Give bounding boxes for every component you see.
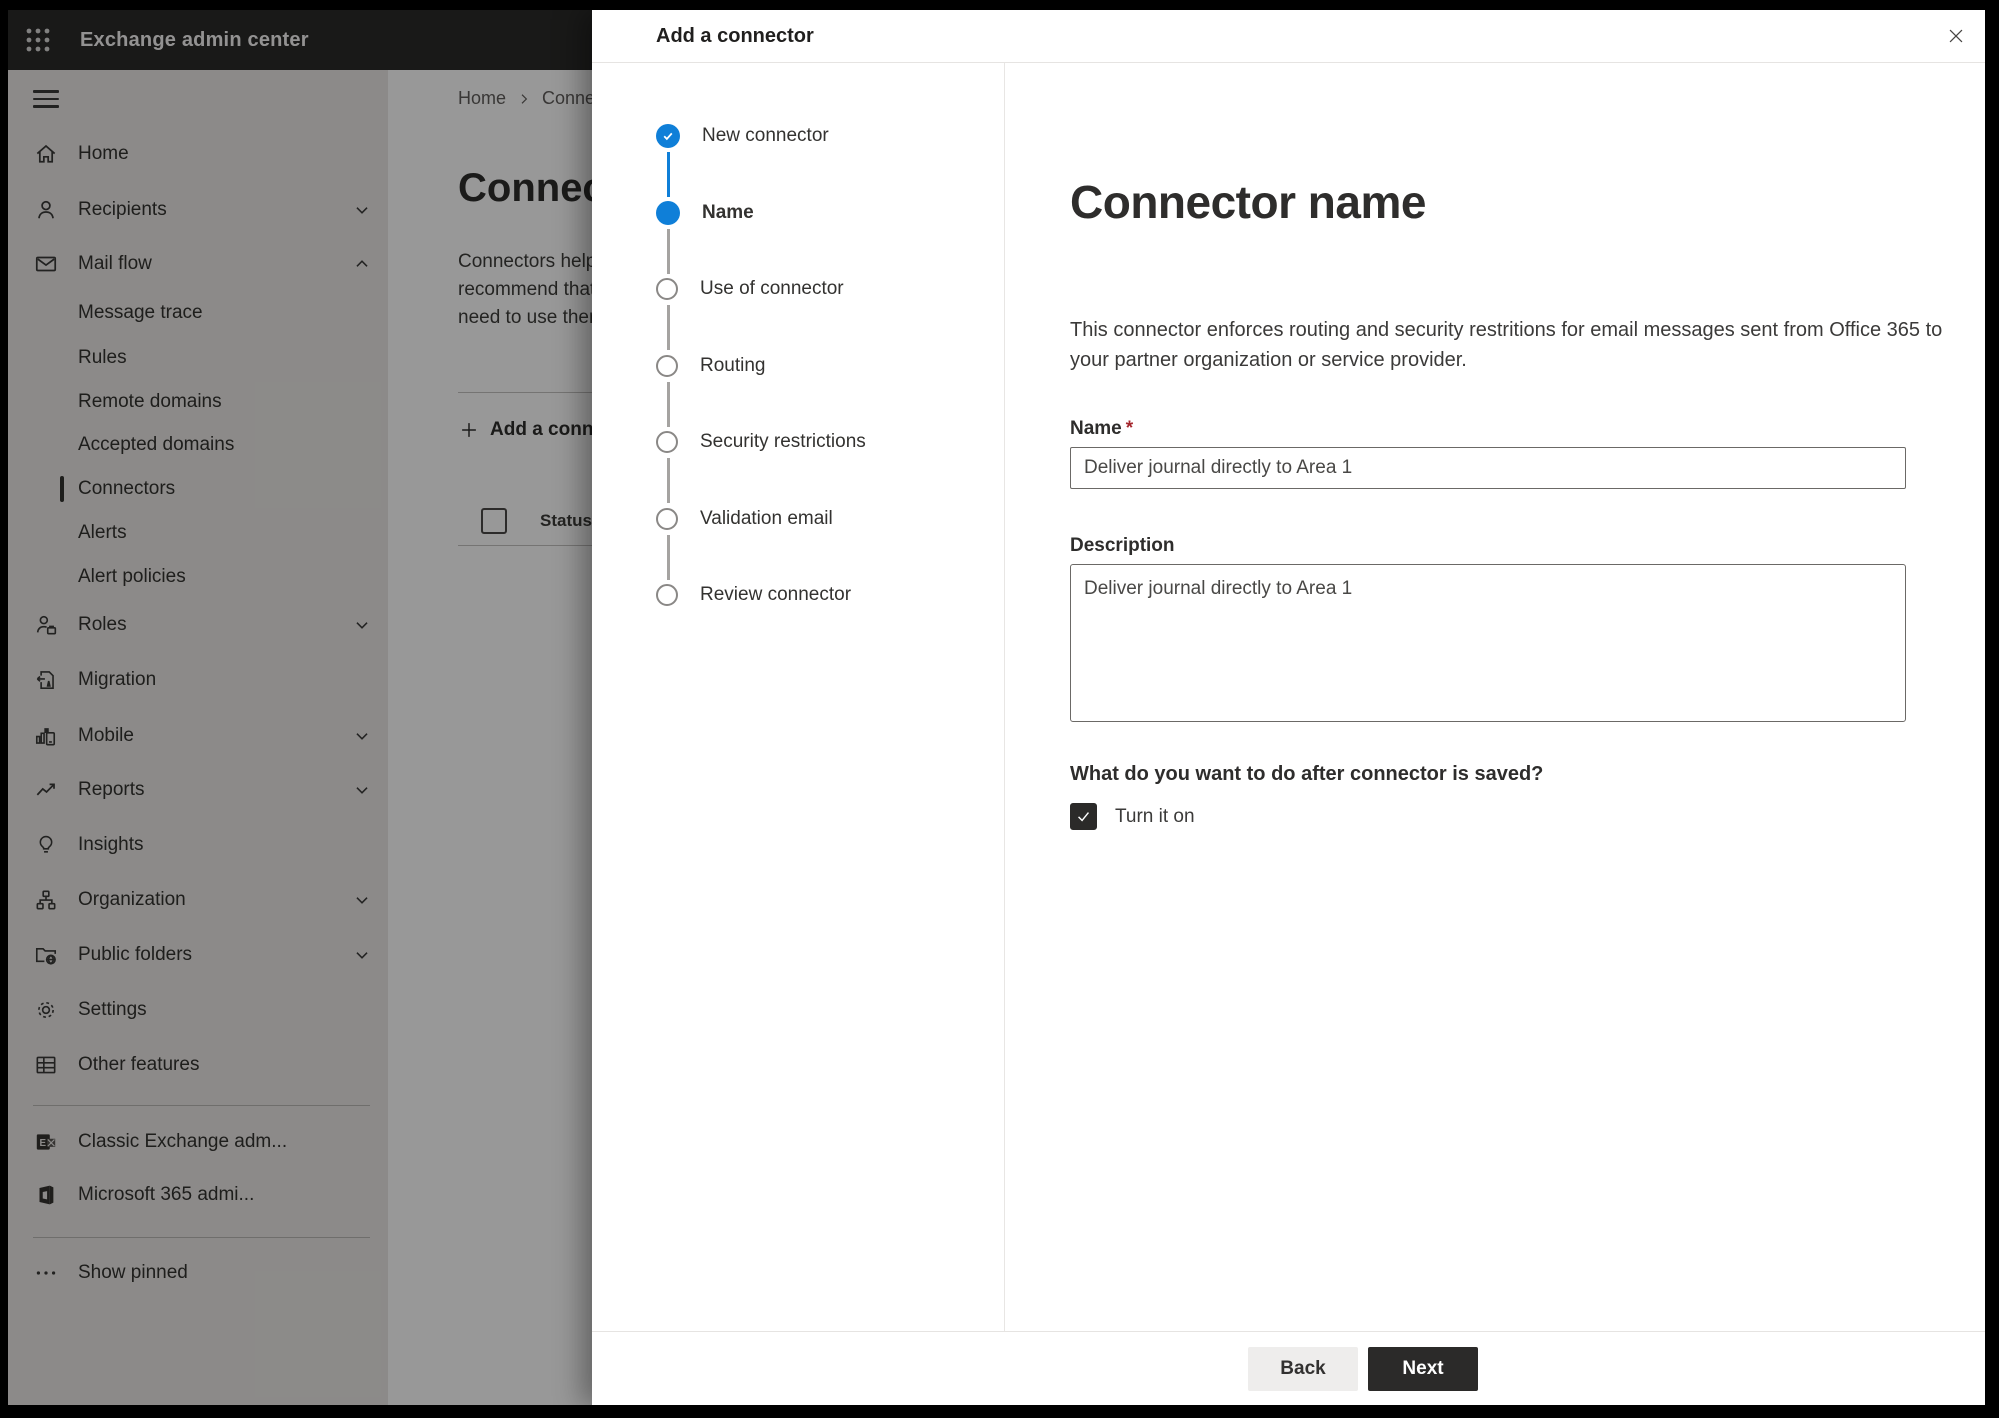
wizard-steps: New connector Name Use of connector Rout…: [592, 63, 1005, 1331]
back-button[interactable]: Back: [1248, 1346, 1358, 1391]
step-completed-icon: [656, 124, 680, 148]
required-asterisk: *: [1125, 418, 1134, 439]
add-connector-dialog: Add a connector New connector Name Use o…: [592, 10, 1985, 1405]
next-button[interactable]: Next: [1368, 1346, 1478, 1391]
step-connector-line: [667, 535, 670, 580]
step-connector-line: [667, 229, 670, 274]
dialog-header: Add a connector: [592, 10, 1985, 63]
checkmark-icon: [1078, 812, 1090, 822]
step-connector-line: [667, 382, 670, 427]
after-save-question: What do you want to do after connector i…: [1070, 763, 1544, 785]
step-use-of-connector[interactable]: Use of connector: [656, 277, 844, 301]
step-description: This connector enforces routing and secu…: [1070, 319, 1943, 371]
app-frame: Exchange admin center Home Recipients Ma…: [8, 10, 1985, 1405]
step-content: Connector name This connector enforces r…: [1005, 63, 1985, 1331]
step-new-connector[interactable]: New connector: [656, 124, 829, 148]
connector-description-textarea[interactable]: Deliver journal directly to Area 1: [1070, 564, 1906, 722]
step-connector-line: [667, 305, 670, 350]
step-security-restrictions[interactable]: Security restrictions: [656, 430, 866, 454]
dialog-body: New connector Name Use of connector Rout…: [592, 63, 1985, 1331]
step-validation-email[interactable]: Validation email: [656, 507, 833, 531]
step-current-icon: [656, 201, 680, 225]
step-connector-line: [667, 152, 670, 197]
close-button[interactable]: [1942, 22, 1970, 50]
name-field-label: Name *: [1070, 418, 1134, 439]
step-connector-line: [667, 458, 670, 503]
turn-it-on-label: Turn it on: [1115, 805, 1195, 827]
turn-it-on-checkbox-row[interactable]: Turn it on: [1070, 803, 1195, 830]
step-heading: Connector name: [1070, 176, 1426, 228]
dialog-footer: Back Next: [592, 1331, 1985, 1405]
connector-name-input[interactable]: [1070, 447, 1906, 489]
step-routing[interactable]: Routing: [656, 354, 766, 378]
close-icon: [1949, 29, 1963, 43]
step-review-connector[interactable]: Review connector: [656, 583, 851, 607]
description-field-label: Description: [1070, 535, 1175, 556]
dialog-title: Add a connector: [656, 25, 814, 47]
step-name[interactable]: Name: [656, 201, 754, 225]
turn-it-on-checkbox[interactable]: [1070, 803, 1097, 830]
